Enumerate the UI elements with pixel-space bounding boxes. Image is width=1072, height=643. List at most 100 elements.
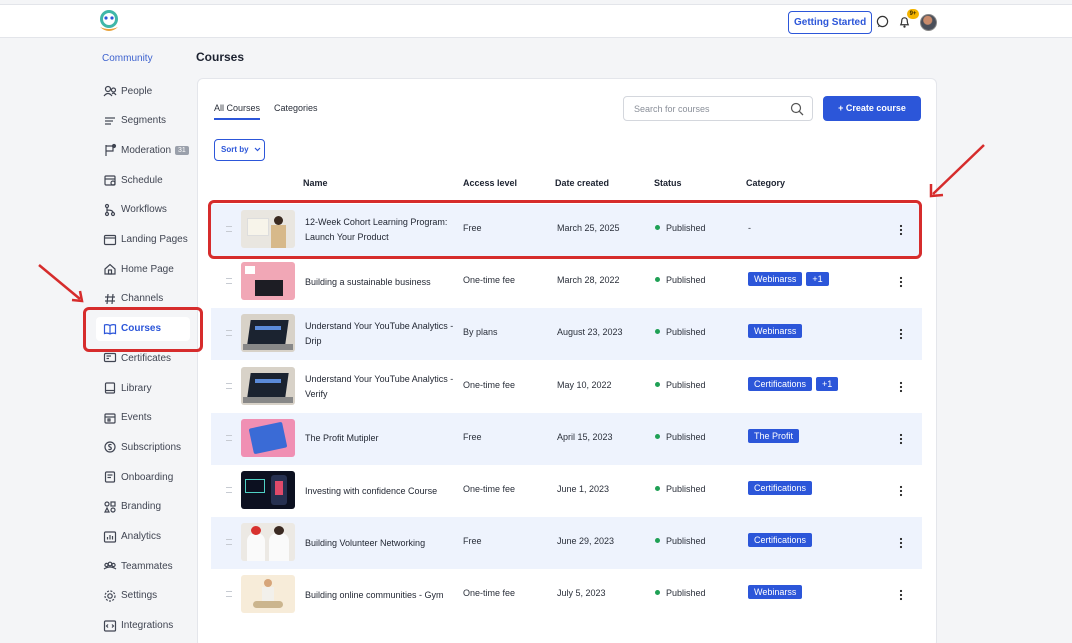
category-tag[interactable]: +1 <box>816 376 839 391</box>
avatar[interactable] <box>920 14 937 31</box>
course-thumbnail[interactable] <box>241 523 295 562</box>
sidebar-item-library[interactable]: Library <box>96 376 190 400</box>
more-options-icon[interactable] <box>899 432 903 446</box>
course-name[interactable]: Understand Your YouTube Analytics - Drip <box>305 308 455 360</box>
category-tag[interactable]: Certifications <box>748 533 813 548</box>
page-title: Courses <box>196 50 245 64</box>
sidebar-item-settings[interactable]: Settings <box>96 584 190 608</box>
drag-handle-icon[interactable] <box>226 330 232 337</box>
course-access-level: One-time fee <box>463 588 516 599</box>
column-header-name[interactable]: Name <box>303 178 328 188</box>
table-row[interactable]: Investing with confidence Course One-time… <box>211 465 922 517</box>
getting-started-button[interactable]: Getting Started <box>788 11 873 34</box>
search-input[interactable]: Search for courses <box>623 96 813 121</box>
course-access-level: One-time fee <box>463 379 516 390</box>
sidebar-item-moderation[interactable]: Moderation 31 <box>96 138 190 162</box>
more-options-icon[interactable] <box>899 380 903 394</box>
sidebar-item-teammates[interactable]: Teammates <box>96 554 190 578</box>
search-placeholder: Search for courses <box>634 104 710 114</box>
integrations-icon <box>103 619 117 632</box>
column-header-status[interactable]: Status <box>654 178 682 188</box>
drag-handle-icon[interactable] <box>226 487 232 493</box>
table-row[interactable]: Understand Your YouTube Analytics - Veri… <box>211 361 922 413</box>
course-date-created: June 29, 2023 <box>557 536 615 547</box>
sort-by-button[interactable]: Sort by <box>214 139 265 161</box>
course-thumbnail[interactable] <box>241 366 295 405</box>
sidebar-item-label: Workflows <box>121 204 167 216</box>
certificate-icon <box>103 353 117 363</box>
sidebar-item-onboarding[interactable]: Onboarding <box>96 465 190 489</box>
library-icon <box>104 382 116 394</box>
sidebar-item-branding[interactable]: Branding <box>96 495 190 519</box>
course-thumbnail[interactable] <box>241 471 295 509</box>
category-tag[interactable]: Certifications <box>748 481 813 495</box>
category-tag[interactable]: Webinarss <box>748 324 803 339</box>
course-name[interactable]: The Profit Mutipler <box>305 413 455 465</box>
sidebar-item-workflows[interactable]: Workflows <box>96 198 190 222</box>
sidebar-item-schedule[interactable]: Schedule <box>96 168 190 192</box>
table-row[interactable]: Understand Your YouTube Analytics - Drip… <box>211 308 922 361</box>
sidebar-item-label: Subscriptions <box>121 441 182 453</box>
table-row[interactable]: Building Volunteer Networking Free June 29… <box>211 517 922 570</box>
course-status: Published <box>655 484 706 494</box>
create-course-button[interactable]: + Create course <box>823 96 921 121</box>
more-options-icon[interactable] <box>899 327 903 341</box>
sidebar-item-label: People <box>121 85 153 97</box>
drag-handle-icon[interactable] <box>226 382 232 389</box>
sidebar-item-label: Segments <box>121 115 167 127</box>
drag-handle-icon[interactable] <box>226 278 232 285</box>
course-name[interactable]: Building online communities - Gym <box>305 569 455 621</box>
category-tag[interactable]: Certifications <box>748 376 813 391</box>
tab-all-courses[interactable]: All Courses <box>214 103 261 120</box>
landing-pages-icon <box>103 234 117 245</box>
table-row[interactable]: Building online communities - Gym One-tim… <box>211 569 922 621</box>
column-header-date[interactable]: Date created <box>555 178 609 188</box>
course-access-level: One-time fee <box>463 275 516 286</box>
sidebar-heading[interactable]: Community <box>102 53 153 64</box>
moderation-count-badge: 31 <box>175 145 189 155</box>
course-name[interactable]: Investing with confidence Course <box>305 465 455 517</box>
course-name[interactable]: Building Volunteer Networking <box>305 517 455 569</box>
sidebar-item-label: Settings <box>121 590 158 602</box>
drag-handle-icon[interactable] <box>226 434 232 441</box>
course-thumbnail[interactable] <box>241 262 295 301</box>
community-logo-icon[interactable] <box>97 9 121 35</box>
table-row[interactable]: The Profit Mutipler Free April 15, 2023 Pub… <box>211 412 922 465</box>
category-tag[interactable]: The Profit <box>748 428 800 443</box>
sidebar-item-integrations[interactable]: Integrations <box>96 614 190 638</box>
moderation-icon <box>105 144 117 157</box>
sidebar-item-subscriptions[interactable]: Subscriptions <box>96 435 190 459</box>
category-tag[interactable]: Webinarss <box>748 272 803 287</box>
course-thumbnail[interactable] <box>241 314 295 353</box>
chat-icon[interactable] <box>876 15 889 28</box>
segments-icon <box>105 117 115 125</box>
sidebar-item-events[interactable]: Events <box>96 406 190 430</box>
sidebar-item-home-page[interactable]: Home Page <box>96 257 190 281</box>
course-thumbnail[interactable] <box>241 418 295 457</box>
teammates-icon <box>103 561 117 570</box>
category-tag[interactable]: Webinarss <box>748 585 803 600</box>
sidebar-item-landing-pages[interactable]: Landing Pages <box>96 228 190 252</box>
status-dot-icon <box>655 486 660 491</box>
course-date-created: August 23, 2023 <box>557 327 623 338</box>
schedule-icon <box>104 175 116 186</box>
course-name[interactable]: Understand Your YouTube Analytics - Veri… <box>305 361 455 413</box>
course-status: Published <box>655 275 706 285</box>
drag-handle-icon[interactable] <box>226 539 232 546</box>
more-options-icon[interactable] <box>899 275 903 289</box>
category-tag[interactable]: +1 <box>806 272 829 287</box>
table-row[interactable]: Building a sustainable business One-time … <box>211 256 922 308</box>
more-options-icon[interactable] <box>899 484 903 498</box>
drag-handle-icon[interactable] <box>226 591 232 598</box>
course-category: Webinarss +1 <box>748 272 833 287</box>
sidebar-item-people[interactable]: People <box>96 79 190 103</box>
course-thumbnail[interactable] <box>241 575 295 614</box>
column-header-category[interactable]: Category <box>746 178 785 188</box>
more-options-icon[interactable] <box>899 588 903 602</box>
sidebar-item-segments[interactable]: Segments <box>96 109 190 133</box>
tab-categories[interactable]: Categories <box>274 103 318 113</box>
column-header-access[interactable]: Access level <box>463 178 517 188</box>
sidebar-item-analytics[interactable]: Analytics <box>96 525 190 549</box>
more-options-icon[interactable] <box>899 536 903 550</box>
course-name[interactable]: Building a sustainable business <box>305 256 455 308</box>
